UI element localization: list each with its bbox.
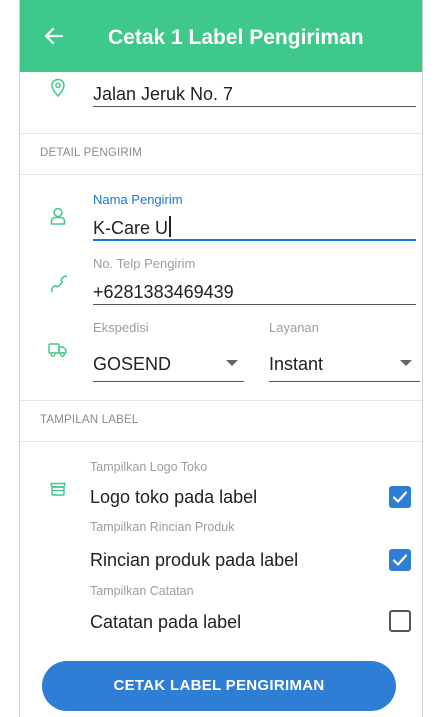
sender-name-label: Nama Pengirim bbox=[93, 192, 183, 207]
expedition-value: GOSEND bbox=[93, 354, 172, 374]
sender-section-header: DETAIL PENGIRIM bbox=[20, 133, 422, 175]
option-product-label: Rincian produk pada label bbox=[90, 550, 299, 570]
service-label: Layanan bbox=[269, 320, 319, 335]
page-title: Cetak 1 Label Pengiriman bbox=[108, 26, 364, 49]
option-notes-caption: Tampilkan Catatan bbox=[90, 584, 194, 598]
sender-phone-underline bbox=[93, 304, 416, 305]
expedition-label: Ekspedisi bbox=[93, 320, 149, 335]
option-notes-label: Catatan pada label bbox=[90, 612, 242, 632]
checkmark-icon bbox=[392, 554, 408, 566]
sender-name-value: K-Care U bbox=[93, 218, 169, 238]
service-chevron-down-icon bbox=[400, 360, 412, 366]
service-underline bbox=[269, 381, 420, 382]
sender-phone-input[interactable]: +6281383469439 bbox=[93, 282, 234, 303]
person-icon bbox=[50, 207, 66, 225]
expedition-chevron-down-icon bbox=[226, 360, 238, 366]
option-product-checkbox[interactable] bbox=[389, 549, 411, 571]
store-icon bbox=[50, 482, 66, 496]
checkmark-icon bbox=[392, 491, 408, 503]
option-logo-checkbox[interactable] bbox=[389, 486, 411, 508]
app-bar: Cetak 1 Label Pengiriman bbox=[20, 0, 422, 72]
location-pin-icon bbox=[51, 78, 65, 98]
phone-icon bbox=[50, 275, 67, 293]
print-label-button[interactable]: CETAK LABEL PENGIRIMAN bbox=[42, 661, 396, 711]
back-arrow-icon[interactable] bbox=[42, 24, 66, 48]
option-logo-caption: Tampilkan Logo Toko bbox=[90, 460, 208, 474]
option-notes-checkbox[interactable] bbox=[389, 610, 411, 632]
sender-section-title: DETAIL PENGIRIM bbox=[40, 147, 143, 159]
sender-name-underline bbox=[93, 239, 416, 241]
address-underline bbox=[93, 106, 416, 107]
sender-phone-label: No. Telp Pengirim bbox=[93, 256, 196, 271]
screen: Cetak 1 Label Pengiriman Jalan Jeruk No.… bbox=[20, 0, 422, 717]
label-section-header: TAMPILAN LABEL bbox=[20, 400, 422, 442]
address-input[interactable]: Jalan Jeruk No. 7 bbox=[93, 84, 233, 105]
option-product-caption: Tampilkan Rincian Produk bbox=[90, 520, 235, 534]
service-value: Instant bbox=[269, 354, 324, 374]
sender-name-input[interactable]: K-Care U bbox=[93, 216, 171, 239]
truck-icon bbox=[48, 343, 67, 357]
text-caret bbox=[169, 216, 171, 237]
expedition-underline bbox=[93, 381, 244, 382]
print-label-button-text: CETAK LABEL PENGIRIMAN bbox=[113, 677, 325, 694]
option-logo-label: Logo toko pada label bbox=[90, 487, 258, 507]
label-section-title: TAMPILAN LABEL bbox=[40, 414, 139, 426]
